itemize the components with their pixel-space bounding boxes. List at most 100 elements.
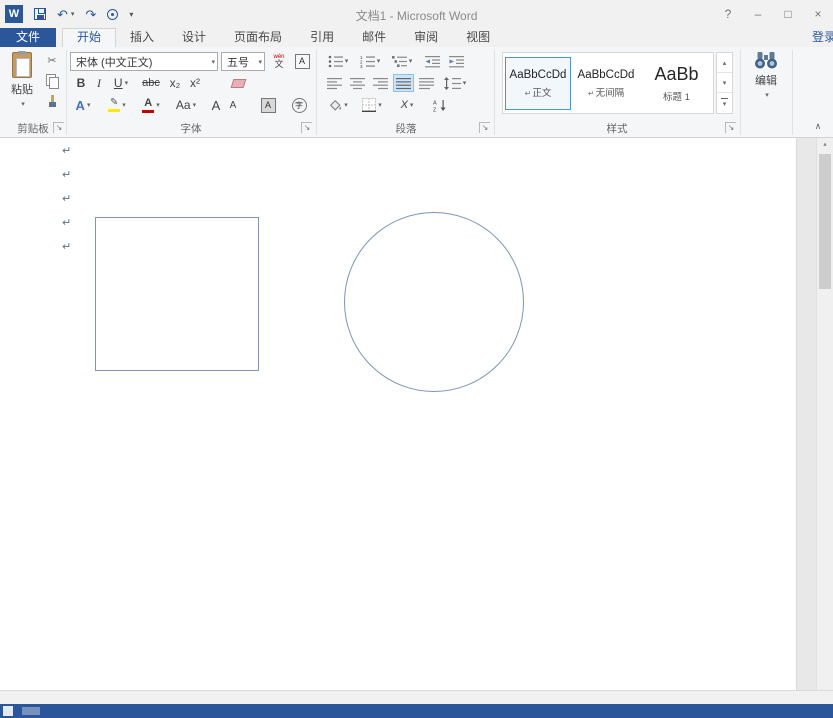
help-button[interactable]: ? <box>713 0 743 28</box>
increase-indent-button[interactable] <box>446 52 466 70</box>
paragraph-dialog-launcher[interactable]: ↘ <box>479 122 490 133</box>
numbering-dropdown-icon[interactable]: ▾ <box>377 57 381 65</box>
tab-page-layout[interactable]: 页面布局 <box>220 28 296 47</box>
enclose-characters-button[interactable]: 字 <box>288 96 310 114</box>
tab-insert[interactable]: 插入 <box>116 28 168 47</box>
style-heading-1[interactable]: AaBb 标题 1 <box>641 57 712 110</box>
maximize-button[interactable]: □ <box>773 0 803 28</box>
font-size-combo[interactable]: 五号 ▾ <box>221 52 265 71</box>
style-no-spacing[interactable]: AaBbCcDd ↵无间隔 <box>573 57 639 110</box>
phonetic-guide-button[interactable]: wén 文 <box>268 51 290 71</box>
distribute-button[interactable] <box>416 74 437 92</box>
paragraph-group-label: 段落 <box>318 121 494 135</box>
shrink-font-button[interactable]: A <box>226 96 240 114</box>
asian-layout-dropdown-icon[interactable]: ▾ <box>410 101 414 109</box>
align-left-button[interactable] <box>324 74 345 92</box>
justify-button[interactable] <box>393 74 414 92</box>
multilevel-list-button[interactable]: ▾ <box>388 52 416 70</box>
undo-dropdown-icon[interactable]: ▾ <box>71 10 75 18</box>
shading-dropdown-icon[interactable]: ▾ <box>344 101 348 109</box>
superscript-button[interactable]: x² <box>186 74 204 92</box>
font-size-dropdown-icon[interactable]: ▾ <box>254 58 262 66</box>
multilevel-list-dropdown-icon[interactable]: ▾ <box>409 57 413 65</box>
line-spacing-button[interactable]: ▾ <box>440 74 470 92</box>
highlight-dropdown-icon[interactable]: ▾ <box>122 101 126 109</box>
paste-dropdown-icon[interactable]: ▾ <box>21 100 25 108</box>
numbering-button[interactable]: 123 ▾ <box>356 52 384 70</box>
editing-dropdown-icon[interactable]: ▾ <box>765 91 769 99</box>
borders-dropdown-icon[interactable]: ▾ <box>378 101 382 109</box>
styles-more-button[interactable]: ▾ <box>717 93 732 113</box>
font-dialog-launcher[interactable]: ↘ <box>301 122 312 133</box>
tab-design[interactable]: 设计 <box>168 28 220 47</box>
sort-button[interactable]: AZ <box>430 96 450 114</box>
font-name-dropdown-icon[interactable]: ▾ <box>207 58 215 66</box>
document-page[interactable]: ↵ ↵ ↵ ↵ ↵ <box>0 138 797 690</box>
window-controls: ? – □ × <box>713 0 833 28</box>
status-indicator[interactable] <box>22 707 40 715</box>
change-case-button[interactable]: Aa ▾ <box>170 96 202 114</box>
sign-in-link[interactable]: 登录 <box>812 28 833 47</box>
bullet-list-button[interactable]: ▾ <box>324 52 352 70</box>
tab-file[interactable]: 文件 <box>0 28 56 47</box>
align-center-button[interactable] <box>347 74 368 92</box>
rectangle-shape[interactable] <box>95 217 259 371</box>
paste-button[interactable]: 粘贴 ▾ <box>4 50 40 118</box>
collapse-ribbon-button[interactable]: ∧ <box>810 121 826 132</box>
close-button[interactable]: × <box>803 0 833 28</box>
borders-button[interactable]: ▾ <box>358 96 386 114</box>
style-normal[interactable]: AaBbCcDd ↵正文 <box>505 57 571 110</box>
tab-home[interactable]: 开始 <box>62 28 116 47</box>
italic-button[interactable]: I <box>92 74 106 92</box>
asian-layout-icon: X <box>401 99 408 111</box>
font-color-dropdown-icon[interactable]: ▾ <box>156 101 160 109</box>
font-name-combo[interactable]: 宋体 (中文正文) ▾ <box>70 52 218 71</box>
status-indicator[interactable] <box>3 706 13 716</box>
tab-references[interactable]: 引用 <box>296 28 348 47</box>
ellipse-shape[interactable] <box>344 212 524 392</box>
line-spacing-dropdown-icon[interactable]: ▾ <box>463 79 467 87</box>
bold-button[interactable]: B <box>72 74 90 92</box>
clipboard-dialog-launcher[interactable]: ↘ <box>53 122 64 133</box>
font-color-button[interactable]: A ▾ <box>138 96 164 114</box>
styles-scroll-down-button[interactable]: ▾ <box>717 73 732 93</box>
styles-scroll-up-button[interactable]: ▴ <box>717 53 732 73</box>
vertical-scrollbar-thumb[interactable] <box>819 154 831 289</box>
text-effects-button[interactable]: A ▾ <box>70 96 96 114</box>
tab-review[interactable]: 审阅 <box>400 28 452 47</box>
strikethrough-button[interactable]: abc <box>138 74 164 92</box>
minimize-button[interactable]: – <box>743 0 773 28</box>
cut-button[interactable]: ✂ <box>42 51 62 69</box>
horizontal-scrollbar[interactable] <box>0 690 833 704</box>
character-shading-button[interactable]: A <box>258 96 278 114</box>
underline-dropdown-icon[interactable]: ▾ <box>125 79 129 87</box>
shading-button[interactable]: ▾ <box>324 96 352 114</box>
character-border-button[interactable]: A <box>292 51 312 71</box>
qat-customize-dropdown-icon[interactable]: ▾ <box>129 10 133 19</box>
touch-mode-icon[interactable] <box>107 9 118 20</box>
styles-dialog-launcher[interactable]: ↘ <box>725 122 736 133</box>
change-case-dropdown-icon[interactable]: ▾ <box>193 101 197 109</box>
word-logo-icon[interactable]: W <box>5 5 23 23</box>
editing-button[interactable]: 编辑 ▾ <box>742 51 790 119</box>
save-icon[interactable] <box>34 8 46 20</box>
align-right-button[interactable] <box>370 74 391 92</box>
tab-view[interactable]: 视图 <box>452 28 504 47</box>
underline-button[interactable]: U ▾ <box>108 74 134 92</box>
tab-mailings[interactable]: 邮件 <box>348 28 400 47</box>
clear-formatting-button[interactable] <box>228 74 248 92</box>
decrease-indent-button[interactable] <box>422 52 442 70</box>
text-effects-dropdown-icon[interactable]: ▾ <box>87 101 91 109</box>
redo-button[interactable]: ↷ <box>85 8 96 21</box>
scroll-up-arrow[interactable]: ▴ <box>817 138 833 151</box>
vertical-scrollbar[interactable]: ▴ <box>816 138 833 690</box>
copy-button[interactable] <box>42 72 62 90</box>
undo-button[interactable]: ↶ <box>57 8 68 21</box>
subscript-button[interactable]: x₂ <box>166 74 184 92</box>
copy-icon <box>46 74 58 88</box>
bullet-list-dropdown-icon[interactable]: ▾ <box>345 57 349 65</box>
asian-layout-button[interactable]: X ▾ <box>394 96 420 114</box>
format-painter-button[interactable] <box>42 93 62 111</box>
grow-font-button[interactable]: A <box>208 96 224 114</box>
highlight-button[interactable]: ✎ ▾ <box>102 96 132 114</box>
